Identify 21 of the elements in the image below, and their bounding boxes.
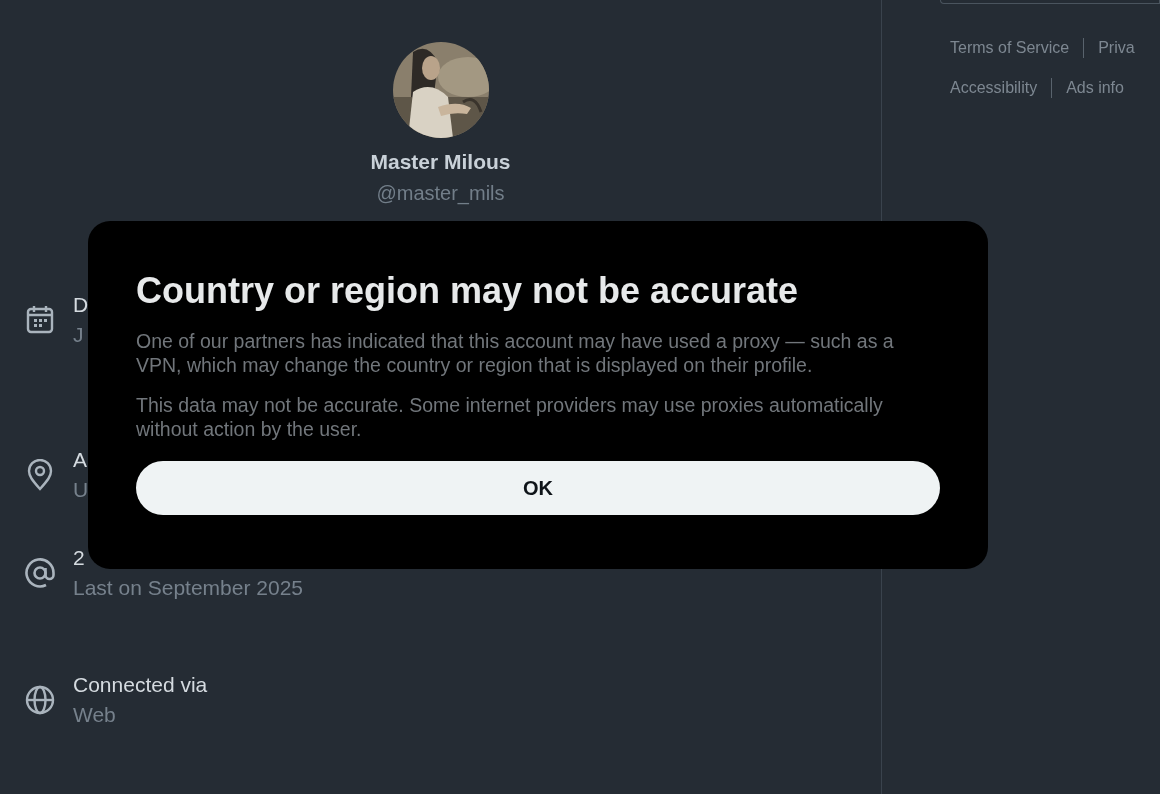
footer-link[interactable]: Priva bbox=[1098, 36, 1135, 60]
detail-value: J bbox=[73, 321, 85, 348]
footer-link[interactable]: Ads info bbox=[1066, 76, 1124, 100]
at-sign-icon bbox=[24, 556, 56, 589]
detail-label: D bbox=[73, 291, 89, 318]
detail-label: Connected via bbox=[73, 671, 208, 698]
detail-value: Web bbox=[73, 701, 117, 728]
detail-label: 2 bbox=[73, 544, 86, 571]
globe-icon bbox=[24, 683, 56, 716]
detail-value: U bbox=[73, 476, 89, 503]
dialog-title: Country or region may not be accurate bbox=[136, 269, 800, 313]
dialog-text: One of our partners has indicated that this account may have used a proxy — such as a VPN, which may change the country or region that is displayed on their profile. bbox=[136, 329, 895, 377]
ok-button[interactable]: OK bbox=[136, 461, 940, 515]
footer-link[interactable]: Terms of Service bbox=[950, 36, 1070, 60]
footer-link[interactable]: Accessibility bbox=[950, 76, 1038, 100]
detail-label: A bbox=[73, 446, 88, 473]
profile-name: Master Milous bbox=[370, 149, 511, 175]
dialog-text: This data may not be accurate. Some internet providers may use proxies automatically without action by the user. bbox=[136, 393, 884, 441]
calendar-icon bbox=[24, 303, 56, 336]
detail-value: Last on September 2025 bbox=[73, 574, 303, 601]
profile-handle: @master_mils bbox=[376, 180, 505, 207]
